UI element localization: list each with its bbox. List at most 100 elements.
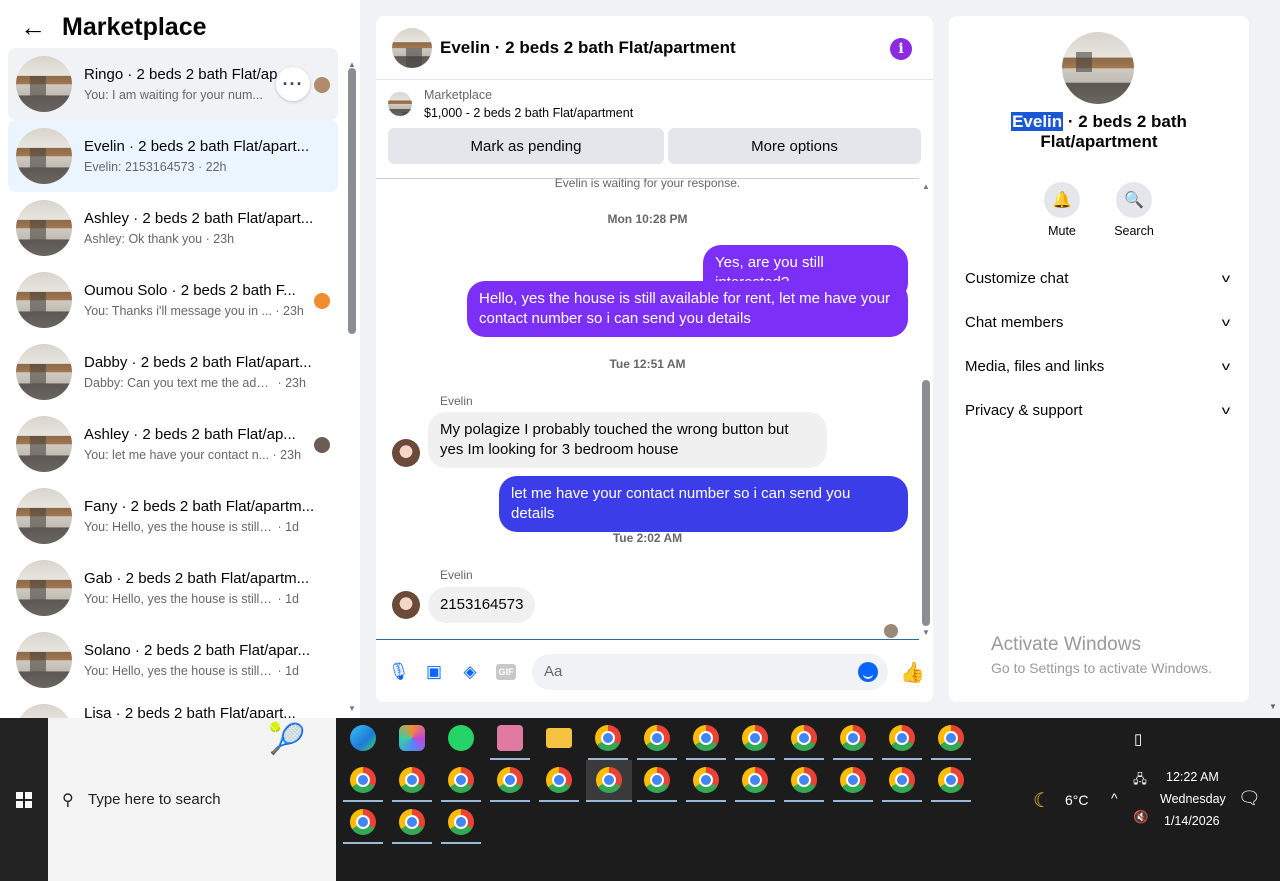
clock-date[interactable]: 1/14/2026 xyxy=(1164,814,1220,828)
chrome-icon[interactable] xyxy=(931,718,971,760)
clock-time[interactable]: 12:22 AM xyxy=(1166,770,1219,784)
chrome-icon[interactable] xyxy=(490,760,530,802)
scroll-down-icon[interactable]: ▼ xyxy=(922,628,930,637)
section-label: Privacy & support xyxy=(965,401,1083,419)
sender-avatar[interactable] xyxy=(392,591,420,619)
whatsapp-icon[interactable] xyxy=(441,718,481,758)
conversation-item[interactable]: Ashley · 2 beds 2 bath Flat/apart... Ash… xyxy=(8,192,338,264)
incoming-message[interactable]: 2153164573 xyxy=(428,587,536,623)
weather-temperature[interactable]: 6°C xyxy=(1065,792,1089,808)
network-icon[interactable]: 🖧 xyxy=(1133,770,1147,791)
conversation-item[interactable]: Ringo · 2 beds 2 bath Flat/ap You: I am … xyxy=(8,48,338,120)
chat-title[interactable]: Evelin · 2 beds 2 bath Flat/apartment xyxy=(440,38,736,58)
conversation-item[interactable]: Dabby · 2 beds 2 bath Flat/apart... Dabb… xyxy=(8,336,338,408)
chrome-icon[interactable] xyxy=(637,760,677,802)
sender-avatar[interactable] xyxy=(392,439,420,467)
conversation-item[interactable]: Gab · 2 beds 2 bath Flat/apartm... You: … xyxy=(8,552,338,624)
info-icon[interactable]: i xyxy=(890,38,912,60)
chrome-icon[interactable] xyxy=(686,760,726,802)
conversation-list: Ringo · 2 beds 2 bath Flat/ap You: I am … xyxy=(8,48,338,736)
incoming-message[interactable]: My polagize I probably touched the wrong… xyxy=(428,412,827,468)
chrome-icon[interactable] xyxy=(882,760,922,802)
conversation-item[interactable]: Ashley · 2 beds 2 bath Flat/ap... You: l… xyxy=(8,408,338,480)
profile-avatar[interactable] xyxy=(1062,32,1134,104)
photo-icon[interactable]: ▣ xyxy=(424,662,444,682)
chrome-icon[interactable] xyxy=(392,802,432,844)
copilot-icon[interactable] xyxy=(392,718,432,758)
conversation-item[interactable]: Oumou Solo · 2 beds 2 bath F... You: Tha… xyxy=(8,264,338,336)
scrollbar-thumb[interactable] xyxy=(348,68,356,334)
conversation-scrollbar[interactable]: ▲ ▼ xyxy=(347,60,357,718)
message-input[interactable]: Aa xyxy=(532,654,888,690)
marketplace-listing[interactable]: Marketplace $1,000 - 2 beds 2 bath Flat/… xyxy=(376,80,933,128)
chrome-icon[interactable] xyxy=(343,760,383,802)
mute-action[interactable]: 🔔 Mute xyxy=(1032,182,1092,238)
chrome-icon[interactable] xyxy=(441,760,481,802)
conversation-item[interactable]: Evelin · 2 beds 2 bath Flat/apart... Eve… xyxy=(8,120,338,192)
conversation-preview: Dabby: Can you text me the addre... xyxy=(84,375,274,390)
chrome-icon[interactable] xyxy=(586,760,632,802)
customize-chat-section[interactable]: Customize chat v xyxy=(965,256,1233,300)
sender-name: Evelin xyxy=(440,568,473,582)
outgoing-message[interactable]: let me have your contact number so i can… xyxy=(499,476,908,532)
microphone-icon[interactable]: 🎙 xyxy=(388,662,410,682)
chrome-icon[interactable] xyxy=(343,802,383,844)
chrome-icon[interactable] xyxy=(784,760,824,802)
listing-avatar xyxy=(16,416,72,472)
bell-icon[interactable]: 🔔 xyxy=(1044,182,1080,218)
file-explorer-icon[interactable] xyxy=(539,718,579,758)
edge-icon[interactable] xyxy=(343,718,383,758)
chrome-icon[interactable] xyxy=(833,718,873,760)
chrome-icon[interactable] xyxy=(441,802,481,844)
search-icon[interactable]: 🔍 xyxy=(1116,182,1152,218)
chrome-icon[interactable] xyxy=(735,718,775,760)
conversation-preview: You: Hello, yes the house is still ava..… xyxy=(84,663,274,678)
conversation-name: Fany · 2 beds 2 bath Flat/apartm... xyxy=(84,497,315,515)
chrome-icon[interactable] xyxy=(882,718,922,760)
notifications-icon[interactable]: 🗨 xyxy=(1238,788,1261,809)
scroll-down-icon[interactable]: ▼ xyxy=(1269,702,1277,711)
back-arrow-icon[interactable]: ← xyxy=(20,14,46,40)
chrome-icon[interactable] xyxy=(686,718,726,760)
chrome-icon[interactable] xyxy=(931,760,971,802)
clock-day[interactable]: Wednesday xyxy=(1160,792,1226,806)
outgoing-message[interactable]: Hello, yes the house is still available … xyxy=(467,281,908,337)
chrome-icon[interactable] xyxy=(735,760,775,802)
conversation-time: · 22h xyxy=(194,159,227,174)
scroll-down-icon[interactable]: ▼ xyxy=(348,704,356,713)
page-scrollbar[interactable]: ▼ xyxy=(1266,0,1280,718)
search-action[interactable]: 🔍 Search xyxy=(1104,182,1164,238)
weather-moon-icon[interactable]: ☾ xyxy=(1033,788,1051,813)
thread-scrollbar[interactable]: ▲ ▼ xyxy=(919,178,933,640)
conversation-item[interactable]: Solano · 2 beds 2 bath Flat/apar... You:… xyxy=(8,624,338,696)
chrome-icon[interactable] xyxy=(392,760,432,802)
listing-avatar xyxy=(16,488,72,544)
meet-now-icon[interactable]: ▯ xyxy=(1134,730,1142,748)
mark-as-pending-button[interactable]: Mark as pending xyxy=(388,128,664,164)
privacy-support-section[interactable]: Privacy & support v xyxy=(965,388,1233,432)
taskbar-search-box[interactable]: ⚲ Type here to search 🎾 xyxy=(48,718,336,881)
sticker-icon[interactable]: ◈ xyxy=(460,662,480,682)
conversation-item[interactable]: Fany · 2 beds 2 bath Flat/apartm... You:… xyxy=(8,480,338,552)
conversation-preview: You: Thanks i'll message you in ... xyxy=(84,303,272,318)
chat-members-section[interactable]: Chat members v xyxy=(965,300,1233,344)
scrollbar-thumb[interactable] xyxy=(922,380,930,626)
thumbs-up-icon[interactable]: 👍 xyxy=(900,660,925,685)
snipping-tool-icon[interactable] xyxy=(490,718,530,760)
chat-avatar[interactable] xyxy=(392,27,432,68)
chrome-icon[interactable] xyxy=(539,760,579,802)
chrome-icon[interactable] xyxy=(784,718,824,760)
start-button[interactable] xyxy=(0,718,48,881)
more-options-icon[interactable]: ··· xyxy=(276,67,310,101)
chrome-icon[interactable] xyxy=(637,718,677,760)
chevron-up-icon[interactable]: ^ xyxy=(1111,790,1118,806)
media-files-links-section[interactable]: Media, files and links v xyxy=(965,344,1233,388)
emoji-icon[interactable] xyxy=(858,662,878,682)
more-options-button[interactable]: More options xyxy=(668,128,921,164)
watermark-subtitle: Go to Settings to activate Windows. xyxy=(991,660,1212,676)
scroll-up-icon[interactable]: ▲ xyxy=(922,182,930,191)
chrome-icon[interactable] xyxy=(588,718,628,760)
chrome-icon[interactable] xyxy=(833,760,873,802)
volume-muted-icon[interactable]: 🔇 xyxy=(1133,810,1149,825)
gif-icon[interactable]: GIF xyxy=(496,664,516,680)
